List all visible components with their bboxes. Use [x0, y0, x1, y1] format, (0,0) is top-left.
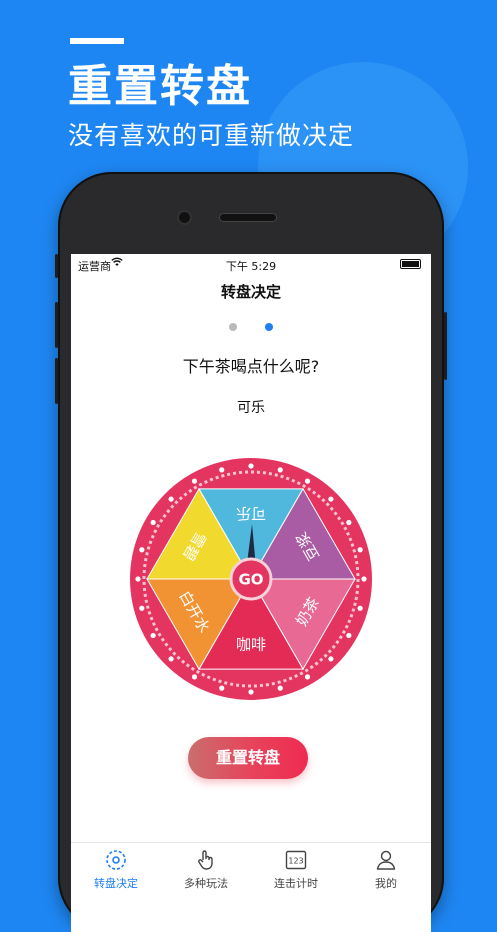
app-screen: 运营商 下午 5:29 转盘决定 下午茶喝点什么呢? 可乐 可乐 豆浆 奶茶 咖啡 白开…	[71, 254, 431, 932]
rim-light	[191, 674, 198, 680]
rim-light	[135, 576, 141, 582]
svg-text:123: 123	[288, 857, 303, 866]
rim-light	[277, 467, 283, 473]
front-camera	[179, 212, 190, 223]
rim-light	[248, 463, 254, 469]
status-bar: 运营商 下午 5:29	[71, 254, 431, 276]
user-icon	[376, 850, 396, 870]
phone-frame: 运营商 下午 5:29 转盘决定 下午茶喝点什么呢? 可乐 可乐 豆浆 奶茶 咖啡 白开…	[55, 172, 447, 932]
rim-light	[361, 576, 367, 582]
rim-light	[277, 685, 283, 691]
rim-light	[357, 547, 363, 553]
rim-light	[150, 632, 156, 639]
rim-light	[168, 496, 174, 502]
tab-label-multi: 多种玩法	[184, 877, 228, 890]
promo-subline: 没有喜欢的可重新做决定	[68, 121, 355, 150]
rim-light	[304, 674, 311, 680]
promo-headline: 重置转盘	[68, 61, 252, 112]
page-indicator[interactable]	[71, 316, 431, 335]
spin-wheel[interactable]: 可乐豆浆奶茶咖啡白开水雪碧GO	[128, 456, 374, 702]
tab-label-timer: 连击计时	[274, 877, 318, 890]
phone-volume-up	[55, 302, 58, 348]
rim-light	[219, 685, 225, 691]
go-button-label[interactable]: GO	[238, 571, 263, 589]
tab-mine[interactable]: 我的	[341, 843, 431, 891]
rim-light	[357, 605, 363, 611]
rim-light	[150, 519, 156, 526]
status-time: 下午 5:29	[225, 260, 277, 273]
reset-wheel-button[interactable]: 重置转盘	[188, 737, 308, 779]
wheel-segment-label: 可乐	[236, 505, 266, 523]
wheel-icon	[106, 850, 126, 870]
question-text: 下午茶喝点什么呢?	[182, 357, 320, 376]
page-title: 转盘决定	[220, 283, 281, 301]
phone-mute-switch	[55, 254, 58, 278]
rim-light	[304, 478, 311, 484]
page-dot-2[interactable]	[265, 323, 273, 331]
wheel-segment-label: 咖啡	[236, 636, 266, 654]
rim-light	[328, 656, 334, 662]
tab-multi-play[interactable]: 多种玩法	[161, 843, 251, 891]
hand-pointer-icon	[198, 850, 213, 870]
tab-label-wheel: 转盘决定	[94, 877, 138, 890]
earpiece-speaker	[220, 214, 276, 221]
rim-light	[346, 519, 352, 526]
rim-light	[139, 547, 145, 553]
battery-icon	[400, 259, 421, 269]
tab-combo-timer[interactable]: 123 连击计时	[251, 843, 341, 891]
rim-light	[346, 632, 352, 639]
rim-light	[139, 605, 145, 611]
counter-123-icon: 123	[285, 850, 307, 870]
rim-light	[248, 689, 254, 695]
page-dot-1[interactable]	[229, 323, 237, 331]
tab-wheel-decision[interactable]: 转盘决定	[71, 843, 161, 891]
rim-light	[328, 496, 334, 502]
tab-bar: 转盘决定 多种玩法 123 连击计时 我的	[71, 842, 431, 932]
rim-light	[219, 467, 225, 473]
rim-light	[191, 478, 198, 484]
tab-label-mine: 我的	[375, 877, 397, 890]
rim-light	[168, 656, 174, 662]
result-text: 可乐	[237, 400, 265, 416]
phone-volume-down	[55, 358, 58, 404]
headline-accent-bar	[70, 38, 124, 44]
phone-power-button	[444, 312, 447, 380]
